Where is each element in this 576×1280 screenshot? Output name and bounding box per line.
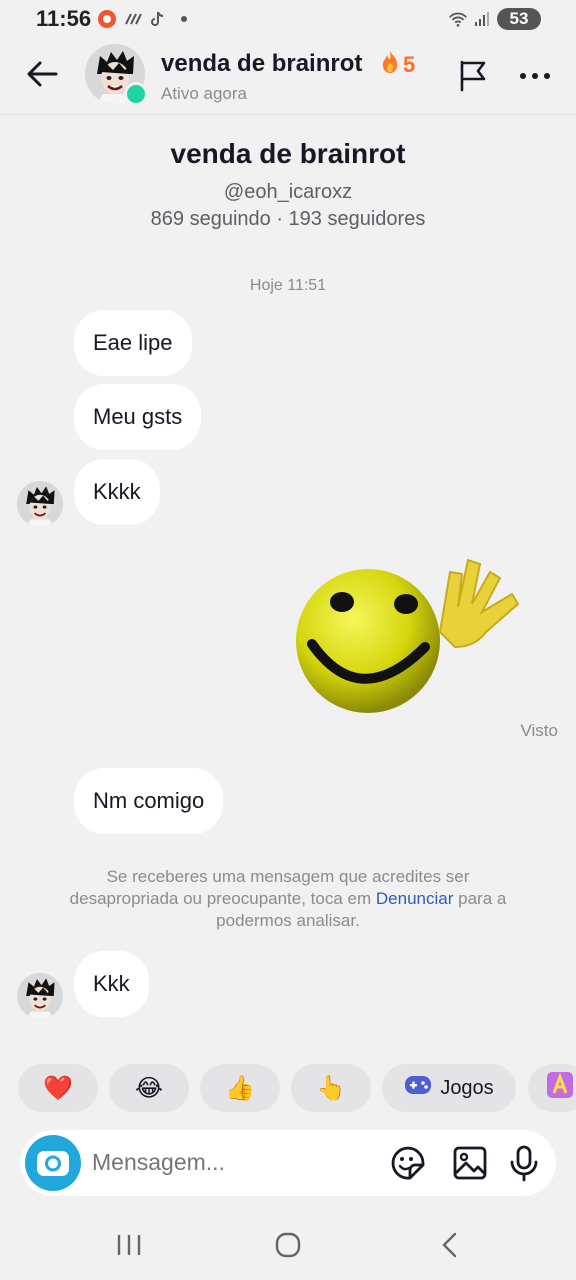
quick-reply-thumbs-up[interactable]: 👍 bbox=[200, 1064, 280, 1112]
status-time: 11:56 bbox=[36, 6, 92, 31]
laughing-emoji: 😂 bbox=[134, 1074, 164, 1102]
games-label: Jogos bbox=[440, 1076, 494, 1099]
report-link[interactable]: Denunciar bbox=[376, 889, 454, 908]
report-notice: Se receberes uma mensagem que acredites … bbox=[60, 866, 516, 932]
seen-label: Visto bbox=[520, 721, 559, 740]
message-bubble[interactable]: Kkkk bbox=[74, 459, 160, 525]
fire-icon bbox=[380, 50, 400, 80]
message-input[interactable] bbox=[92, 1149, 372, 1176]
sender-avatar[interactable] bbox=[17, 973, 63, 1019]
quick-reply-point-up[interactable]: 👆 bbox=[291, 1064, 371, 1112]
chat-header: venda de brainrot 5 Ativo agora bbox=[0, 38, 576, 115]
online-status-dot bbox=[124, 82, 148, 106]
more-options-icon[interactable] bbox=[515, 56, 555, 96]
quick-reply-heart[interactable]: ❤️ bbox=[18, 1064, 98, 1112]
quick-reply-laugh[interactable]: 😂 bbox=[109, 1064, 189, 1112]
battery-indicator: 53 bbox=[497, 8, 541, 30]
profile-stats: 869 seguindo · 193 seguidores bbox=[150, 208, 426, 230]
message-bubble[interactable]: Meu gsts bbox=[74, 384, 202, 450]
dot-icon bbox=[174, 9, 194, 29]
heart-emoji: ❤️ bbox=[43, 1074, 73, 1102]
back-nav-icon[interactable] bbox=[436, 1230, 466, 1265]
stripes-notification-icon bbox=[123, 9, 143, 29]
text-style-button[interactable] bbox=[528, 1064, 576, 1112]
signal-icon bbox=[472, 9, 492, 29]
smiley-waving-sticker[interactable] bbox=[290, 552, 530, 718]
message-bubble[interactable]: Eae lipe bbox=[74, 310, 192, 376]
system-nav-bar bbox=[0, 1214, 576, 1280]
recent-apps-icon[interactable] bbox=[114, 1230, 144, 1265]
message-composer bbox=[20, 1130, 556, 1196]
message-bubble[interactable]: Kkk bbox=[74, 951, 149, 1017]
streak-badge: 5 bbox=[380, 50, 415, 80]
games-button[interactable]: Jogos bbox=[382, 1064, 516, 1112]
thumbs-up-emoji: 👍 bbox=[225, 1074, 255, 1102]
app-notification-icon bbox=[97, 9, 117, 29]
status-bar: 11:56 53 bbox=[0, 0, 576, 38]
streak-count: 5 bbox=[403, 52, 416, 77]
back-arrow-icon[interactable] bbox=[22, 54, 62, 94]
active-status: Ativo agora bbox=[161, 84, 247, 103]
sender-avatar[interactable] bbox=[17, 481, 63, 527]
gallery-icon[interactable] bbox=[450, 1143, 490, 1183]
sticker-icon[interactable] bbox=[388, 1143, 428, 1183]
gamepad-icon bbox=[404, 1073, 432, 1103]
report-flag-icon[interactable] bbox=[454, 56, 494, 96]
home-icon[interactable] bbox=[273, 1230, 303, 1265]
tiktok-icon bbox=[147, 9, 167, 29]
camera-button[interactable] bbox=[25, 1135, 81, 1191]
message-bubble[interactable]: Nm comigo bbox=[74, 768, 224, 834]
chat-timestamp: Hoje 11:51 bbox=[249, 277, 327, 294]
point-up-emoji: 👆 bbox=[316, 1074, 346, 1102]
profile-handle: @eoh_icaroxz bbox=[223, 181, 353, 203]
wifi-icon bbox=[448, 9, 468, 29]
profile-name: venda de brainrot bbox=[170, 138, 406, 169]
header-title[interactable]: venda de brainrot bbox=[161, 50, 362, 78]
microphone-icon[interactable] bbox=[504, 1143, 544, 1183]
text-style-icon bbox=[546, 1071, 574, 1105]
